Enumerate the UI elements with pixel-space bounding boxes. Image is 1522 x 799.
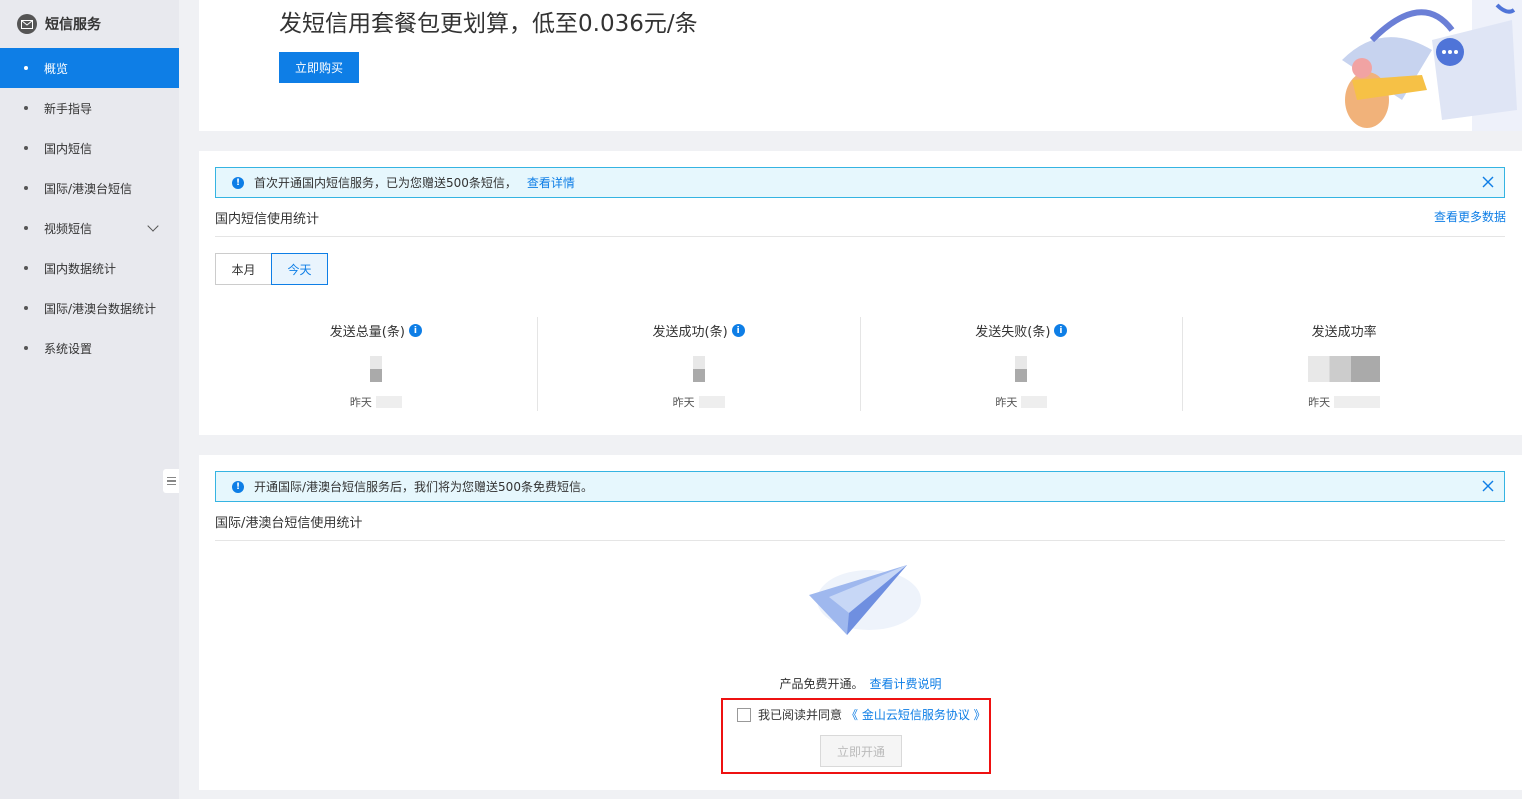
info-icon: ! bbox=[232, 480, 244, 493]
yesterday-label: 昨天 bbox=[995, 396, 1018, 409]
section-title: 国内短信使用统计 bbox=[215, 212, 320, 227]
stat-value bbox=[369, 356, 382, 382]
buy-now-button[interactable]: 立即购买 bbox=[279, 52, 359, 83]
agree-checkbox[interactable] bbox=[737, 707, 751, 722]
banner-illustration-icon bbox=[1342, 0, 1522, 131]
intl-stats-card: ! 开通国际/港澳台短信服务后，我们将为您赠送500条免费短信。 国际/港澳台短… bbox=[199, 455, 1522, 790]
sidebar: 短信服务 概览 新手指导 国内短信 国际/港澳台短信 视频短信 国内数据统计 国… bbox=[0, 0, 179, 799]
stat-value bbox=[692, 356, 705, 382]
yesterday-value bbox=[375, 396, 402, 408]
stat-total: 发送总量(条) i 昨天 bbox=[215, 317, 538, 411]
bullet-icon bbox=[24, 106, 28, 110]
sidebar-item-intl-sms[interactable]: 国际/港澳台短信 bbox=[0, 168, 179, 208]
free-text: 产品免费开通。 bbox=[779, 677, 864, 691]
bullet-icon bbox=[24, 306, 28, 310]
divider bbox=[215, 236, 1505, 237]
yesterday-label: 昨天 bbox=[672, 396, 695, 409]
stat-value bbox=[1308, 356, 1381, 382]
sidebar-item-label: 国内数据统计 bbox=[44, 261, 117, 276]
stat-success: 发送成功(条) i 昨天 bbox=[538, 317, 861, 411]
yesterday-label: 昨天 bbox=[1308, 396, 1331, 409]
sidebar-item-guide[interactable]: 新手指导 bbox=[0, 88, 179, 128]
free-activation-text: 产品免费开通。 查看计费说明 bbox=[199, 675, 1522, 692]
sidebar-item-label: 国际/港澳台数据统计 bbox=[44, 301, 157, 316]
bullet-icon bbox=[24, 226, 28, 230]
stat-success-rate: 发送成功率 昨天 bbox=[1183, 317, 1505, 411]
sidebar-item-label: 国际/港澳台短信 bbox=[44, 181, 133, 196]
intl-notice: ! 开通国际/港澳台短信服务后，我们将为您赠送500条免费短信。 bbox=[215, 471, 1505, 502]
info-icon[interactable]: i bbox=[408, 324, 422, 337]
stat-label: 发送总量(条) bbox=[329, 325, 405, 340]
sidebar-item-settings[interactable]: 系统设置 bbox=[0, 328, 179, 368]
sidebar-item-label: 系统设置 bbox=[44, 341, 93, 356]
highlight-box: 我已阅读并同意 《 金山云短信服务协议 》 立即开通 bbox=[721, 698, 991, 774]
stats-row: 发送总量(条) i 昨天 发送成功(条) i 昨天 发送失败(条) i 昨天 发送成功… bbox=[215, 317, 1505, 411]
agree-text: 我已阅读并同意 bbox=[758, 708, 843, 722]
mail-icon bbox=[17, 14, 37, 34]
stat-label: 发送失败(条) bbox=[975, 325, 1051, 340]
sidebar-item-label: 视频短信 bbox=[44, 221, 93, 236]
stat-label: 发送成功率 bbox=[1311, 325, 1377, 340]
stat-label: 发送成功(条) bbox=[652, 325, 728, 340]
domestic-stats-card: ! 首次开通国内短信服务，已为您赠送500条短信， 查看详情 国内短信使用统计 … bbox=[199, 151, 1522, 435]
billing-info-link[interactable]: 查看计费说明 bbox=[870, 677, 942, 691]
sidebar-item-video-sms[interactable]: 视频短信 bbox=[0, 208, 179, 248]
yesterday-value bbox=[1021, 396, 1048, 408]
info-icon[interactable]: i bbox=[731, 324, 745, 337]
yesterday-value bbox=[698, 396, 725, 408]
bullet-icon bbox=[24, 186, 28, 190]
bullet-icon bbox=[24, 146, 28, 150]
banner-title: 发短信用套餐包更划算，低至0.036元/条 bbox=[279, 11, 698, 37]
paper-plane-icon bbox=[809, 565, 921, 635]
tab-today[interactable]: 今天 bbox=[271, 253, 328, 285]
section-title: 国际/港澳台短信使用统计 bbox=[215, 516, 363, 531]
stat-failed: 发送失败(条) i 昨天 bbox=[861, 317, 1184, 411]
bullet-icon bbox=[24, 346, 28, 350]
sidebar-item-domestic-stats[interactable]: 国内数据统计 bbox=[0, 248, 179, 288]
open-now-button[interactable]: 立即开通 bbox=[820, 735, 902, 767]
sidebar-item-label: 概览 bbox=[44, 61, 69, 76]
sidebar-header: 短信服务 bbox=[0, 0, 179, 48]
yesterday-value bbox=[1334, 396, 1381, 408]
yesterday-label: 昨天 bbox=[349, 396, 372, 409]
sidebar-item-intl-stats[interactable]: 国际/港澳台数据统计 bbox=[0, 288, 179, 328]
tab-this-month[interactable]: 本月 bbox=[215, 253, 272, 285]
sidebar-item-label: 国内短信 bbox=[44, 141, 93, 156]
promo-banner: 发短信用套餐包更划算，低至0.036元/条 立即购买 bbox=[199, 0, 1522, 131]
info-icon[interactable]: i bbox=[1054, 324, 1068, 337]
bullet-icon bbox=[24, 266, 28, 270]
close-icon[interactable] bbox=[1482, 480, 1494, 492]
service-agreement-link[interactable]: 《 金山云短信服务协议 》 bbox=[846, 706, 986, 723]
sidebar-item-overview[interactable]: 概览 bbox=[0, 48, 179, 88]
divider bbox=[215, 540, 1505, 541]
view-details-link[interactable]: 查看详情 bbox=[527, 174, 575, 191]
notice-text: 首次开通国内短信服务，已为您赠送500条短信， bbox=[254, 176, 517, 190]
bullet-icon bbox=[24, 66, 28, 70]
sidebar-item-label: 新手指导 bbox=[44, 101, 93, 116]
sidebar-title: 短信服务 bbox=[45, 17, 101, 33]
info-icon: ! bbox=[232, 176, 244, 189]
period-tabs: 本月 今天 bbox=[215, 253, 328, 285]
close-icon[interactable] bbox=[1482, 176, 1494, 188]
agreement-row: 我已阅读并同意 《 金山云短信服务协议 》 bbox=[737, 706, 986, 723]
chevron-down-icon[interactable] bbox=[147, 220, 159, 232]
sidebar-item-domestic-sms[interactable]: 国内短信 bbox=[0, 128, 179, 168]
notice-text: 开通国际/港澳台短信服务后，我们将为您赠送500条免费短信。 bbox=[254, 480, 593, 494]
stat-value bbox=[1015, 356, 1028, 382]
domestic-notice: ! 首次开通国内短信服务，已为您赠送500条短信， 查看详情 bbox=[215, 167, 1505, 198]
view-more-data-link[interactable]: 查看更多数据 bbox=[1434, 208, 1506, 225]
sidebar-collapse-icon[interactable] bbox=[163, 469, 179, 493]
